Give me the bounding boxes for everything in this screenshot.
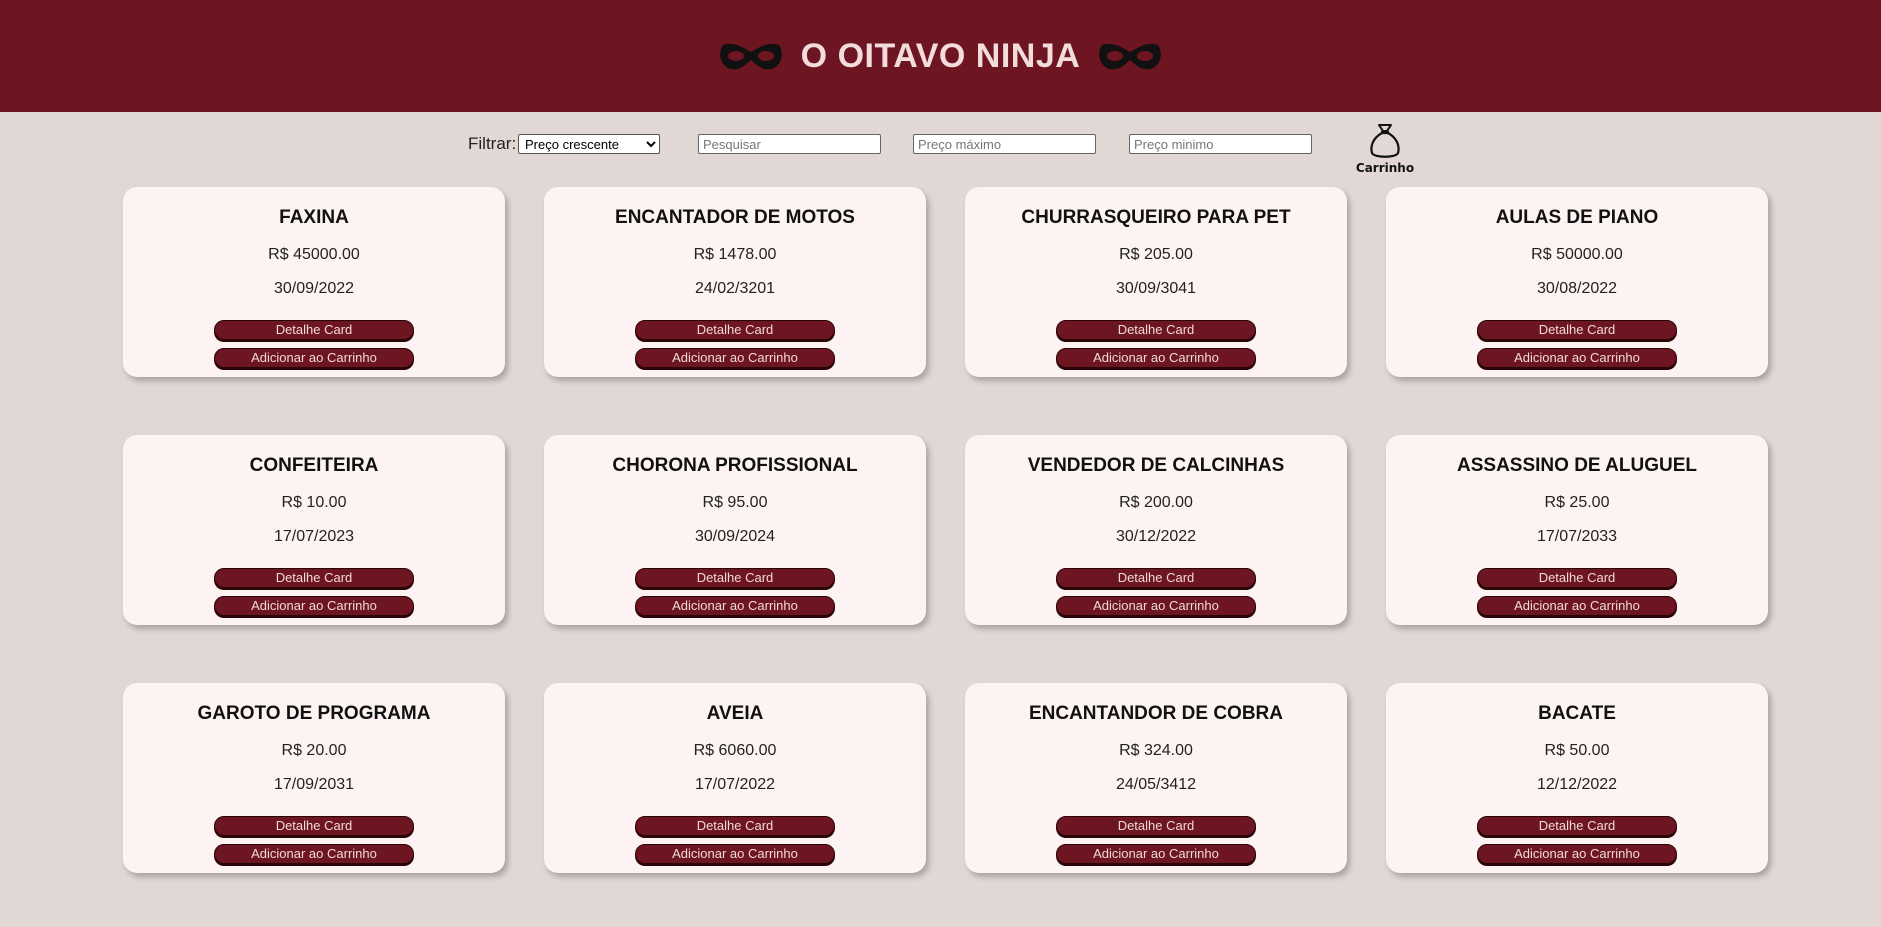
card-date: 17/07/2023 (273, 528, 355, 545)
add-to-cart-button[interactable]: Adicionar ao Carrinho (214, 348, 414, 368)
card-title: GAROTO DE PROGRAMA (197, 703, 431, 724)
card-title: ENCANTADOR DE MOTOS (615, 207, 855, 228)
card-title: CHURRASQUEIRO PARA PET (1021, 207, 1291, 228)
card-date: 30/09/2022 (273, 280, 355, 297)
cart-button[interactable]: Carrinho (1350, 122, 1420, 175)
detail-card-button[interactable]: Detalhe Card (635, 320, 835, 340)
card-price: R$ 324.00 (1119, 742, 1193, 759)
detail-card-button[interactable]: Detalhe Card (214, 568, 414, 588)
add-to-cart-button[interactable]: Adicionar ao Carrinho (1477, 348, 1677, 368)
card-date: 17/07/2022 (694, 776, 776, 793)
card-title: VENDEDOR DE CALCINHAS (1027, 455, 1285, 476)
max-price-input[interactable] (913, 134, 1096, 154)
product-card: AVEIA R$ 6060.00 17/07/2022 Detalhe Card Adi… (544, 683, 926, 873)
card-price: R$ 45000.00 (268, 246, 360, 263)
detail-card-button[interactable]: Detalhe Card (1477, 320, 1677, 340)
card-title: BACATE (1538, 703, 1616, 724)
filter-bar: Filtrar: Preço crescente Carrinho (0, 112, 1881, 182)
card-date: 30/09/2024 (694, 528, 776, 545)
product-card: ENCANTADOR DE MOTOS R$ 1478.00 24/02/3201 D… (544, 187, 926, 377)
card-title: CONFEITEIRA (249, 455, 379, 476)
card-date: 30/08/2022 (1536, 280, 1618, 297)
card-price: R$ 6060.00 (693, 742, 777, 759)
card-price: R$ 1478.00 (693, 246, 777, 263)
product-card: CHORONA PROFISSIONAL R$ 95.00 30/09/2024 De… (544, 435, 926, 625)
card-price: R$ 10.00 (281, 494, 347, 511)
card-date: 17/09/2031 (273, 776, 355, 793)
card-date: 24/02/3201 (694, 280, 776, 297)
product-card: AULAS DE PIANO R$ 50000.00 30/08/2022 Detal… (1386, 187, 1768, 377)
card-title: AULAS DE PIANO (1495, 207, 1659, 228)
add-to-cart-button[interactable]: Adicionar ao Carrinho (1056, 844, 1256, 864)
card-title: CHORONA PROFISSIONAL (612, 455, 858, 476)
card-price: R$ 95.00 (702, 494, 768, 511)
add-to-cart-button[interactable]: Adicionar ao Carrinho (635, 596, 835, 616)
product-card: ENCANTANDOR DE COBRA R$ 324.00 24/05/3412 D… (965, 683, 1347, 873)
add-to-cart-button[interactable]: Adicionar ao Carrinho (1477, 596, 1677, 616)
card-price: R$ 25.00 (1544, 494, 1610, 511)
ninja-mask-icon (1099, 43, 1162, 70)
card-price: R$ 205.00 (1119, 246, 1193, 263)
card-price: R$ 200.00 (1119, 494, 1193, 511)
card-date: 17/07/2033 (1536, 528, 1618, 545)
card-price: R$ 20.00 (281, 742, 347, 759)
detail-card-button[interactable]: Detalhe Card (635, 568, 835, 588)
detail-card-button[interactable]: Detalhe Card (635, 816, 835, 836)
add-to-cart-button[interactable]: Adicionar ao Carrinho (635, 844, 835, 864)
card-price: R$ 50000.00 (1531, 246, 1623, 263)
detail-card-button[interactable]: Detalhe Card (1477, 568, 1677, 588)
add-to-cart-button[interactable]: Adicionar ao Carrinho (1477, 844, 1677, 864)
detail-card-button[interactable]: Detalhe Card (214, 816, 414, 836)
product-card: BACATE R$ 50.00 12/12/2022 Detalhe Card Adic… (1386, 683, 1768, 873)
sort-select[interactable]: Preço crescente (518, 134, 660, 154)
add-to-cart-button[interactable]: Adicionar ao Carrinho (635, 348, 835, 368)
card-title: ASSASSINO DE ALUGUEL (1457, 455, 1697, 476)
search-input[interactable] (698, 134, 881, 154)
card-date: 30/12/2022 (1115, 528, 1197, 545)
product-card: CONFEITEIRA R$ 10.00 17/07/2023 Detalhe Car… (123, 435, 505, 625)
detail-card-button[interactable]: Detalhe Card (1477, 816, 1677, 836)
card-date: 24/05/3412 (1115, 776, 1197, 793)
detail-card-button[interactable]: Detalhe Card (1056, 816, 1256, 836)
card-date: 30/09/3041 (1115, 280, 1197, 297)
detail-card-button[interactable]: Detalhe Card (1056, 568, 1256, 588)
min-price-input[interactable] (1129, 134, 1312, 154)
card-title: FAXINA (279, 207, 349, 228)
add-to-cart-button[interactable]: Adicionar ao Carrinho (1056, 596, 1256, 616)
add-to-cart-button[interactable]: Adicionar ao Carrinho (214, 844, 414, 864)
money-bag-icon (1370, 124, 1400, 158)
card-date: 12/12/2022 (1536, 776, 1618, 793)
card-price: R$ 50.00 (1544, 742, 1610, 759)
filter-label: Filtrar: (468, 134, 517, 153)
product-card: GAROTO DE PROGRAMA R$ 20.00 17/09/2031 Deta… (123, 683, 505, 873)
product-card: ASSASSINO DE ALUGUEL R$ 25.00 17/07/2033 De… (1386, 435, 1768, 625)
ninja-mask-icon (719, 43, 782, 70)
site-header: O OITAVO NINJA (0, 0, 1881, 112)
card-title: ENCANTANDOR DE COBRA (1028, 703, 1284, 724)
product-card: VENDEDOR DE CALCINHAS R$ 200.00 30/12/2022… (965, 435, 1347, 625)
product-grid: FAXINA R$ 45000.00 30/09/2022 Detalhe Card A… (123, 187, 1768, 873)
site-title: O OITAVO NINJA (800, 36, 1081, 75)
cart-label: Carrinho (1355, 161, 1415, 175)
detail-card-button[interactable]: Detalhe Card (1056, 320, 1256, 340)
detail-card-button[interactable]: Detalhe Card (214, 320, 414, 340)
card-title: AVEIA (706, 703, 764, 724)
product-card: FAXINA R$ 45000.00 30/09/2022 Detalhe Card A… (123, 187, 505, 377)
add-to-cart-button[interactable]: Adicionar ao Carrinho (1056, 348, 1256, 368)
product-card: CHURRASQUEIRO PARA PET R$ 205.00 30/09/304… (965, 187, 1347, 377)
add-to-cart-button[interactable]: Adicionar ao Carrinho (214, 596, 414, 616)
